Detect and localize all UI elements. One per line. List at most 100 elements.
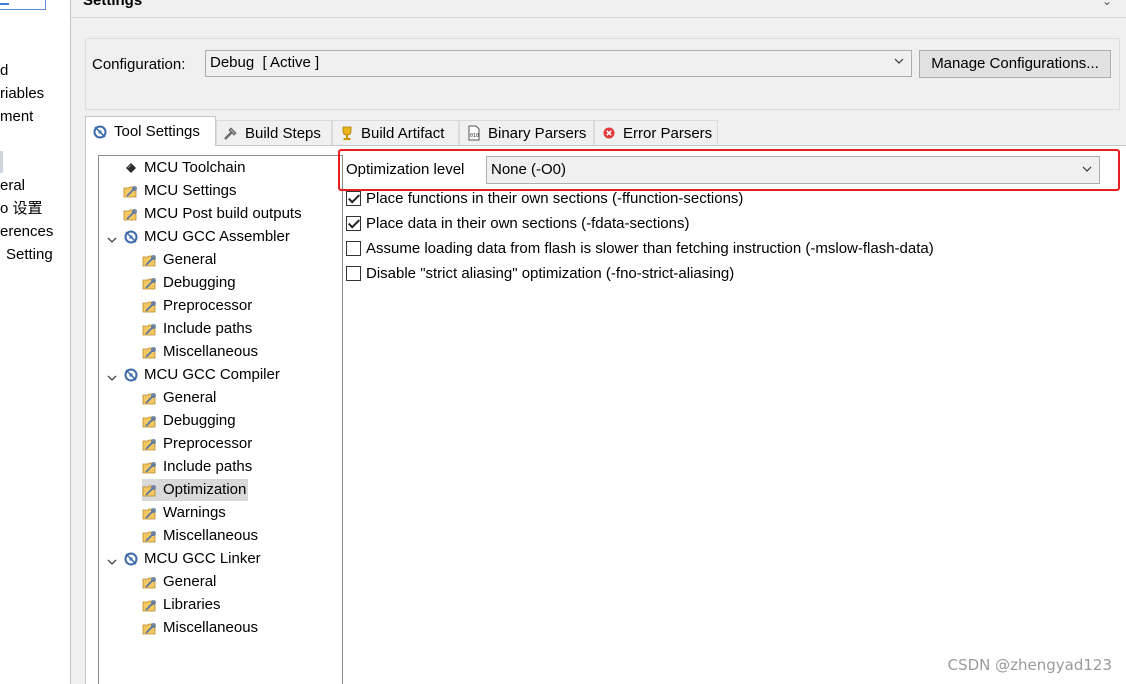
tree-node-label: Libraries: [163, 596, 221, 613]
left-nav-item[interactable]: eral: [0, 176, 25, 196]
tree-node-label: Miscellaneous: [163, 619, 259, 636]
left-nav-selection: [0, 151, 3, 173]
left-nav-item[interactable]: o 设置: [0, 199, 43, 219]
tree-node[interactable]: General: [142, 249, 218, 271]
tree-node[interactable]: MCU Toolchain: [123, 157, 247, 179]
tab-build-artifact[interactable]: Build Artifact: [332, 120, 459, 145]
settings-folder-icon: [142, 252, 158, 268]
tree-node[interactable]: Include paths: [142, 456, 254, 478]
chevron-down-icon[interactable]: [106, 553, 118, 565]
tree-node-label: MCU Post build outputs: [144, 205, 302, 222]
tab-tool-settings[interactable]: Tool Settings: [85, 116, 216, 146]
tree-node[interactable]: Preprocessor: [142, 295, 254, 317]
manage-configurations-button[interactable]: Manage Configurations...: [919, 50, 1111, 78]
tree-node-label: MCU GCC Linker: [144, 550, 261, 567]
tool-icon: [123, 229, 139, 245]
chevron-down-icon: [1082, 166, 1092, 172]
tree-node[interactable]: Miscellaneous: [142, 341, 260, 363]
tree-node-label: Miscellaneous: [163, 343, 259, 360]
tree-node-label: Include paths: [163, 320, 253, 337]
chip-icon: [123, 160, 139, 176]
tree-node[interactable]: General: [142, 387, 218, 409]
settings-folder-icon: [123, 183, 139, 199]
tab-label: Error Parsers: [623, 124, 713, 142]
filter-input[interactable]: [0, 0, 46, 10]
tree-node-label: MCU GCC Compiler: [144, 366, 280, 383]
settings-folder-icon: [142, 413, 158, 429]
tree-node-label: Debugging: [163, 412, 236, 429]
tree-node[interactable]: Miscellaneous: [142, 525, 260, 547]
tab-label: Binary Parsers: [488, 124, 587, 142]
tree-node-label: Miscellaneous: [163, 527, 259, 544]
tree-node[interactable]: Preprocessor: [142, 433, 254, 455]
option-label: Place functions in their own sections (-…: [366, 190, 744, 207]
left-nav-item[interactable]: riables: [0, 84, 44, 104]
page-title: Settings: [83, 0, 143, 9]
configuration-select[interactable]: Debug [ Active ]: [205, 50, 912, 77]
tree-node[interactable]: Optimization: [142, 479, 249, 501]
settings-folder-icon: [142, 620, 158, 636]
tree-node[interactable]: Warnings: [142, 502, 228, 524]
settings-folder-icon: [142, 528, 158, 544]
settings-folder-icon: [142, 321, 158, 337]
settings-folder-icon: [142, 390, 158, 406]
tab-label: Build Artifact: [361, 124, 445, 142]
optimization-panel: [343, 155, 1126, 684]
tree-node-label: MCU Settings: [144, 182, 237, 199]
checkbox[interactable]: [346, 266, 361, 281]
chevron-down-icon[interactable]: ⌄: [1102, 0, 1112, 8]
trophy-icon: [339, 125, 355, 141]
settings-folder-icon: [142, 275, 158, 291]
tab-label: Tool Settings: [114, 123, 200, 140]
option-function-sections[interactable]: Place functions in their own sections (-…: [346, 190, 743, 207]
settings-folder-icon: [142, 482, 158, 498]
settings-folder-icon: [142, 298, 158, 314]
left-nav-item[interactable]: d: [0, 61, 8, 81]
left-nav-item[interactable]: Setting: [6, 245, 53, 265]
tree-node[interactable]: MCU GCC Compiler: [107, 364, 282, 386]
checkbox[interactable]: [346, 191, 361, 206]
optimization-level-select[interactable]: None (-O0): [486, 156, 1100, 184]
svg-text:010: 010: [470, 133, 479, 139]
tab-binary-parsers[interactable]: 010 Binary Parsers: [459, 120, 594, 145]
tree-node[interactable]: Miscellaneous: [142, 617, 260, 639]
chevron-down-icon[interactable]: [106, 231, 118, 243]
settings-folder-icon: [142, 436, 158, 452]
left-nav-item[interactable]: erences: [0, 222, 53, 242]
left-nav-item[interactable]: ment: [0, 107, 33, 127]
error-icon: [601, 125, 617, 141]
tree-node-label: Debugging: [163, 274, 236, 291]
tree-node[interactable]: MCU GCC Assembler: [107, 226, 292, 248]
tool-settings-icon: [92, 124, 108, 140]
tool-icon: [123, 551, 139, 567]
option-slow-flash-data[interactable]: Assume loading data from flash is slower…: [346, 240, 934, 257]
tab-error-parsers[interactable]: Error Parsers: [594, 120, 718, 145]
tree-node[interactable]: Debugging: [142, 410, 238, 432]
option-data-sections[interactable]: Place data in their own sections (-fdata…: [346, 215, 690, 232]
tree-node[interactable]: Libraries: [142, 594, 223, 616]
checkbox[interactable]: [346, 216, 361, 231]
build-steps-icon: [223, 125, 239, 141]
tree-node-label: General: [163, 573, 217, 590]
optimization-level-value: None (-O0): [491, 161, 567, 178]
tree-node[interactable]: Include paths: [142, 318, 254, 340]
option-label: Assume loading data from flash is slower…: [366, 240, 934, 257]
option-label: Disable "strict aliasing" optimization (…: [366, 265, 735, 282]
tree-node[interactable]: MCU GCC Linker: [107, 548, 263, 570]
tree-node-label: MCU Toolchain: [144, 159, 246, 176]
tree-node[interactable]: Debugging: [142, 272, 238, 294]
tab-build-steps[interactable]: Build Steps: [216, 120, 332, 145]
tree-node[interactable]: MCU Settings: [123, 180, 239, 202]
option-strict-aliasing[interactable]: Disable "strict aliasing" optimization (…: [346, 265, 734, 282]
tree-node-label: Include paths: [163, 458, 253, 475]
settings-folder-icon: [142, 574, 158, 590]
tree-node[interactable]: General: [142, 571, 218, 593]
binary-icon: 010: [466, 125, 482, 141]
tree-node-label: General: [163, 389, 217, 406]
tree-node-label: Warnings: [163, 504, 226, 521]
checkbox[interactable]: [346, 241, 361, 256]
chevron-down-icon[interactable]: [106, 369, 118, 381]
tree-node-label: MCU GCC Assembler: [144, 228, 290, 245]
chevron-down-icon: [894, 58, 904, 64]
tree-node[interactable]: MCU Post build outputs: [123, 203, 304, 225]
